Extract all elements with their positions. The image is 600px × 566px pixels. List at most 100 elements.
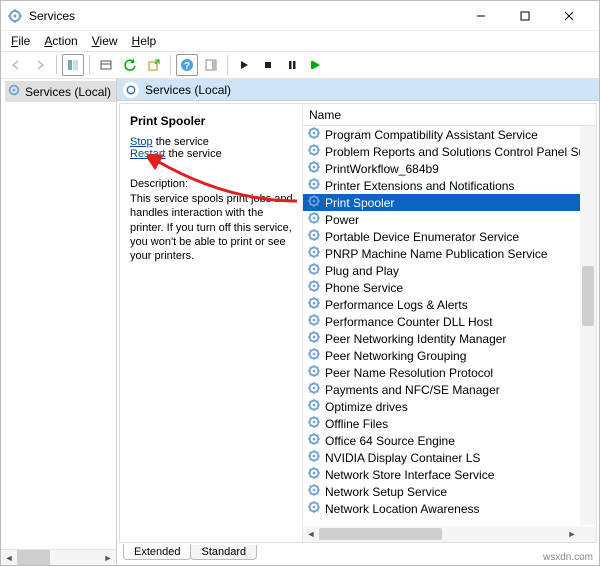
console-tree[interactable]: Services (Local) bbox=[1, 79, 116, 549]
service-name-label: Phone Service bbox=[325, 281, 403, 295]
toolbar-separator bbox=[227, 55, 228, 75]
service-row[interactable]: Phone Service bbox=[303, 279, 580, 296]
service-gear-icon bbox=[307, 245, 321, 262]
service-row[interactable]: PrintWorkflow_684b9 bbox=[303, 160, 580, 177]
hscroll-left-arrow[interactable]: ◄ bbox=[303, 529, 319, 539]
service-row[interactable]: Network Store Interface Service bbox=[303, 466, 580, 483]
services-list-pane: Name Program Compatibility Assistant Ser… bbox=[302, 104, 596, 542]
column-name[interactable]: Name bbox=[303, 106, 347, 124]
service-gear-icon bbox=[307, 432, 321, 449]
service-row[interactable]: Performance Counter DLL Host bbox=[303, 313, 580, 330]
menu-help[interactable]: Help bbox=[126, 33, 163, 49]
service-gear-icon bbox=[307, 211, 321, 228]
service-name-label: Payments and NFC/SE Manager bbox=[325, 383, 500, 397]
stop-service-button[interactable] bbox=[257, 54, 279, 76]
service-row[interactable]: Power bbox=[303, 211, 580, 228]
minimize-button[interactable] bbox=[459, 2, 503, 30]
hscroll-thumb[interactable] bbox=[319, 528, 442, 540]
service-name-label: Portable Device Enumerator Service bbox=[325, 230, 519, 244]
vertical-scrollbar[interactable] bbox=[580, 126, 596, 525]
forward-button bbox=[29, 54, 51, 76]
service-row[interactable]: Office 64 Source Engine bbox=[303, 432, 580, 449]
service-row[interactable]: Optimize drives bbox=[303, 398, 580, 415]
service-gear-icon bbox=[307, 330, 321, 347]
properties-button[interactable] bbox=[95, 54, 117, 76]
service-gear-icon bbox=[307, 415, 321, 432]
right-content: Print Spooler Stop the service Restart t… bbox=[119, 103, 597, 543]
service-name-label: Printer Extensions and Notifications bbox=[325, 179, 514, 193]
service-row[interactable]: Peer Name Resolution Protocol bbox=[303, 364, 580, 381]
service-row[interactable]: NVIDIA Display Container LS bbox=[303, 449, 580, 466]
restart-service-button[interactable] bbox=[305, 54, 327, 76]
service-name-label: Optimize drives bbox=[325, 400, 408, 414]
service-row[interactable]: Program Compatibility Assistant Service bbox=[303, 126, 580, 143]
service-name-label: NVIDIA Display Container LS bbox=[325, 451, 480, 465]
service-name-label: Network Store Interface Service bbox=[325, 468, 494, 482]
detail-pane: Print Spooler Stop the service Restart t… bbox=[120, 104, 302, 542]
service-gear-icon bbox=[307, 398, 321, 415]
titlebar[interactable]: Services bbox=[1, 1, 599, 31]
vscroll-thumb[interactable] bbox=[582, 266, 594, 326]
hscroll-track[interactable] bbox=[319, 526, 564, 542]
service-row[interactable]: Performance Logs & Alerts bbox=[303, 296, 580, 313]
scroll-thumb[interactable] bbox=[17, 550, 50, 565]
service-row[interactable]: Payments and NFC/SE Manager bbox=[303, 381, 580, 398]
svg-text:?: ? bbox=[184, 61, 190, 72]
refresh-button[interactable] bbox=[119, 54, 141, 76]
tab-standard[interactable]: Standard bbox=[190, 545, 257, 560]
service-name-label: Performance Counter DLL Host bbox=[325, 315, 493, 329]
service-gear-icon bbox=[307, 143, 321, 160]
right-pane: Services (Local) Print Spooler Stop the … bbox=[117, 79, 599, 565]
stop-suffix: the service bbox=[153, 136, 209, 148]
service-name-label: Network Setup Service bbox=[325, 485, 447, 499]
tree-node-services-local[interactable]: Services (Local) bbox=[5, 81, 116, 102]
pause-service-button[interactable] bbox=[281, 54, 303, 76]
service-name-label: Peer Name Resolution Protocol bbox=[325, 366, 493, 380]
menu-file[interactable]: File bbox=[5, 33, 36, 49]
tab-extended[interactable]: Extended bbox=[123, 544, 191, 560]
service-row[interactable]: Print Spooler bbox=[303, 194, 580, 211]
service-row[interactable]: PNRP Machine Name Publication Service bbox=[303, 245, 580, 262]
show-hide-tree-button[interactable] bbox=[62, 54, 84, 76]
start-service-button[interactable] bbox=[233, 54, 255, 76]
service-name-label: Program Compatibility Assistant Service bbox=[325, 128, 538, 142]
selected-service-title: Print Spooler bbox=[130, 112, 294, 136]
right-header-label: Services (Local) bbox=[145, 83, 231, 97]
close-button[interactable] bbox=[547, 2, 591, 30]
service-gear-icon bbox=[307, 483, 321, 500]
service-name-label: Network Location Awareness bbox=[325, 502, 480, 516]
service-row[interactable]: Printer Extensions and Notifications bbox=[303, 177, 580, 194]
restart-suffix: the service bbox=[165, 148, 221, 160]
service-gear-icon bbox=[307, 364, 321, 381]
service-row[interactable]: Problem Reports and Solutions Control Pa… bbox=[303, 143, 580, 160]
service-row[interactable]: Peer Networking Identity Manager bbox=[303, 330, 580, 347]
menu-action[interactable]: Action bbox=[38, 33, 83, 49]
service-row[interactable]: Plug and Play bbox=[303, 262, 580, 279]
restart-service-line: Restart the service bbox=[130, 148, 294, 160]
toolbar-separator bbox=[170, 55, 171, 75]
export-button[interactable] bbox=[143, 54, 165, 76]
service-row[interactable]: Offline Files bbox=[303, 415, 580, 432]
scroll-track[interactable] bbox=[17, 550, 100, 565]
restart-service-link[interactable]: Restart bbox=[130, 148, 165, 160]
hscroll-right-arrow[interactable]: ► bbox=[564, 529, 580, 539]
action-pane-button[interactable] bbox=[200, 54, 222, 76]
help-button[interactable]: ? bbox=[176, 54, 198, 76]
left-horizontal-scrollbar[interactable]: ◄ ► bbox=[1, 549, 116, 565]
service-row[interactable]: Network Location Awareness bbox=[303, 500, 580, 517]
scroll-right-arrow[interactable]: ► bbox=[100, 550, 116, 565]
tree-node-label: Services (Local) bbox=[25, 85, 111, 99]
service-row[interactable]: Network Setup Service bbox=[303, 483, 580, 500]
stop-service-link[interactable]: Stop bbox=[130, 136, 153, 148]
horizontal-scrollbar[interactable]: ◄ ► bbox=[303, 526, 580, 542]
menu-view[interactable]: View bbox=[86, 33, 124, 49]
service-row[interactable]: Peer Networking Grouping bbox=[303, 347, 580, 364]
service-gear-icon bbox=[307, 449, 321, 466]
maximize-button[interactable] bbox=[503, 2, 547, 30]
scroll-left-arrow[interactable]: ◄ bbox=[1, 550, 17, 565]
service-gear-icon bbox=[307, 381, 321, 398]
services-list-body[interactable]: Program Compatibility Assistant ServiceP… bbox=[303, 126, 580, 526]
service-row[interactable]: Portable Device Enumerator Service bbox=[303, 228, 580, 245]
service-gear-icon bbox=[307, 262, 321, 279]
window-controls bbox=[459, 2, 591, 30]
